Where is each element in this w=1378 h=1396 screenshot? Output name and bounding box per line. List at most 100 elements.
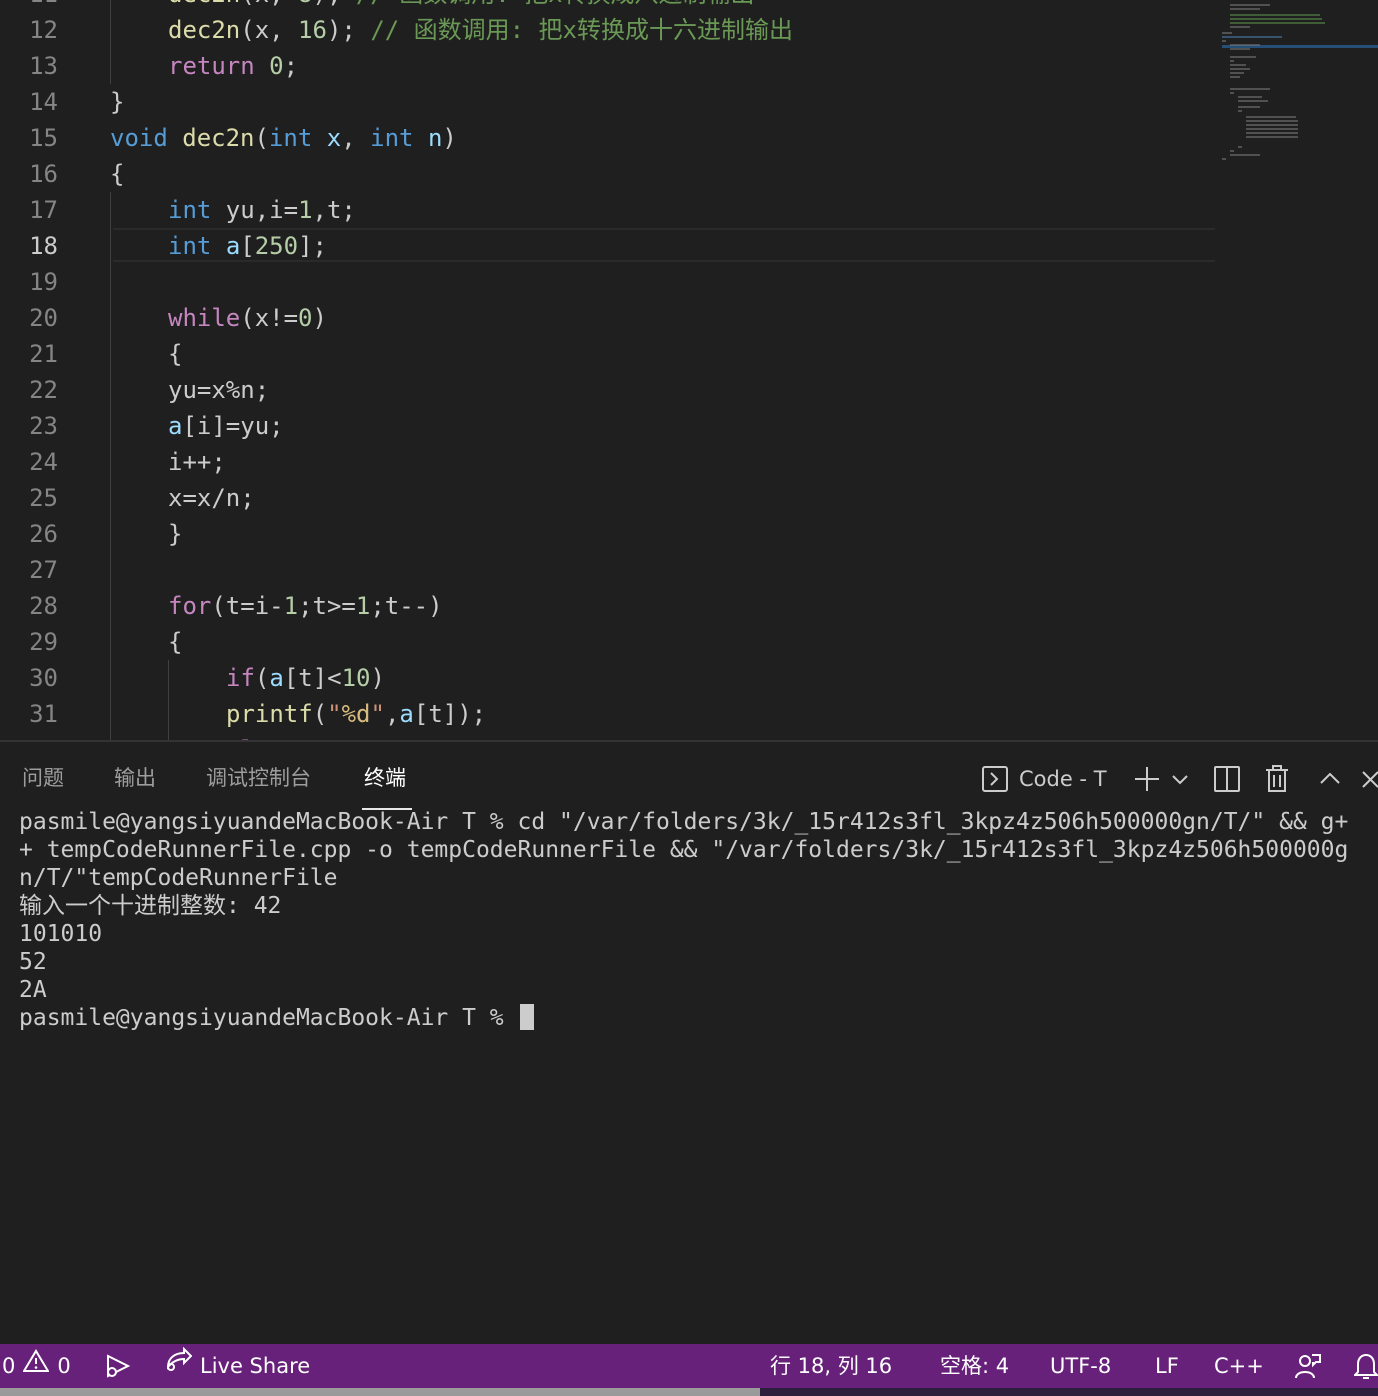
minimap-line xyxy=(1230,26,1250,28)
end-of-line[interactable]: LF xyxy=(1155,1344,1179,1388)
problems-status[interactable]: 0 0 xyxy=(2,1344,71,1388)
code-token: printf xyxy=(226,700,313,728)
code-editor[interactable]: 11dec2n(x, 8); // 函数调用: 把x转换成八进制输出12dec2… xyxy=(0,0,1378,740)
minimap-line xyxy=(1246,120,1298,122)
code-line[interactable]: 29 { xyxy=(0,624,1215,660)
tab-problems[interactable]: 问题 xyxy=(22,764,64,792)
trash-icon[interactable] xyxy=(1262,764,1292,794)
code-token: " xyxy=(370,700,385,728)
minimap-line xyxy=(1230,4,1270,6)
minimap-line xyxy=(1230,8,1260,10)
line-number: 18 xyxy=(29,232,58,260)
minimap-line xyxy=(1230,64,1246,66)
live-share-button[interactable]: Live Share xyxy=(164,1344,310,1388)
code-line[interactable]: 21 { xyxy=(0,336,1215,372)
code-token: [i]=yu; xyxy=(182,412,284,440)
status-bar: 0 0 Live Share 行 18, 列 16 空格: 4 UTF-8 LF… xyxy=(0,1344,1378,1388)
code-token: // 函数调用: 把x转换成八进制输出 xyxy=(356,0,755,8)
line-number: 26 xyxy=(29,520,58,548)
new-terminal-plus-icon[interactable] xyxy=(1132,764,1162,794)
code-token: a xyxy=(225,232,241,260)
minimap-line xyxy=(1230,68,1250,70)
code-line[interactable]: 18 int a[250]; xyxy=(0,228,1215,264)
minimap-line xyxy=(1246,132,1298,134)
tab-terminal[interactable]: 终端 xyxy=(364,764,406,792)
code-token: [ xyxy=(240,232,255,260)
minimap-line xyxy=(1238,100,1268,102)
code-line[interactable]: 19 xyxy=(0,264,1215,300)
chevron-down-icon[interactable] xyxy=(1168,764,1192,794)
code-line[interactable]: 17 int yu,i=1,t; xyxy=(0,192,1215,228)
tab-debug-console[interactable]: 调试控制台 xyxy=(206,764,311,792)
line-number: 32 xyxy=(0,732,58,740)
line-number: 21 xyxy=(29,340,58,368)
tab-output[interactable]: 输出 xyxy=(114,764,156,792)
code-token: ( xyxy=(254,664,270,692)
close-panel-icon[interactable] xyxy=(1360,764,1378,794)
code-line[interactable]: 13 return 0; xyxy=(0,48,1215,84)
code-line[interactable]: 32 else xyxy=(0,732,1215,740)
language-mode[interactable]: C++ xyxy=(1214,1344,1264,1388)
live-share-icon xyxy=(164,1344,193,1388)
minimap[interactable] xyxy=(1218,0,1378,170)
line-code: } xyxy=(110,84,124,120)
minimap-line xyxy=(1230,76,1240,78)
code-line[interactable]: 27 xyxy=(0,552,1215,588)
minimap-line xyxy=(1230,14,1320,16)
minimap-line xyxy=(1222,40,1226,42)
minimap-line xyxy=(1230,56,1256,58)
code-token: // 函数调用: 把x转换成十六进制输出 xyxy=(370,16,794,44)
code-token: ) xyxy=(312,304,327,332)
code-token: [t]); xyxy=(413,700,487,728)
code-line[interactable]: 30 if(a[t]<10) xyxy=(0,660,1215,696)
line-code: if(a[t]<10) xyxy=(226,660,385,696)
minimap-line xyxy=(1246,128,1298,130)
code-line[interactable]: 23 a[i]=yu; xyxy=(0,408,1215,444)
split-terminal-icon[interactable] xyxy=(1212,764,1242,794)
code-token: } xyxy=(168,520,183,548)
code-line[interactable]: 11 dec2n(x, 8); // 函数调用: 把x转换成八进制输出 xyxy=(0,0,1215,12)
code-line[interactable]: 25 x=x/n; xyxy=(0,480,1215,516)
line-code: i++; xyxy=(168,444,226,480)
code-token: 0 xyxy=(298,304,313,332)
code-token: dec2n xyxy=(182,124,255,152)
indentation[interactable]: 空格: 4 xyxy=(940,1344,1009,1388)
minimap-line xyxy=(1230,88,1270,90)
code-line[interactable]: 26} xyxy=(0,516,1215,552)
code-line[interactable]: 20 while(x!=0) xyxy=(0,300,1215,336)
code-token: " xyxy=(327,700,342,728)
line-number: 28 xyxy=(29,592,58,620)
cursor-position[interactable]: 行 18, 列 16 xyxy=(770,1344,892,1388)
line-number: 23 xyxy=(29,412,58,440)
line-code: void dec2n(int x, int n) xyxy=(110,120,457,156)
debug-icon[interactable] xyxy=(102,1344,132,1388)
code-token: int xyxy=(370,124,414,152)
minimap-line xyxy=(1230,60,1234,62)
code-line[interactable]: 12 dec2n(x, 16); // 函数调用: 把x转换成十六进制输出 xyxy=(0,12,1215,48)
code-line[interactable]: 31 printf("%d",a[t]); xyxy=(0,696,1215,732)
encoding[interactable]: UTF-8 xyxy=(1050,1344,1111,1388)
line-code: { xyxy=(168,624,182,660)
code-line[interactable]: 24 i++; xyxy=(0,444,1215,480)
code-line[interactable]: 16 { xyxy=(0,156,1215,192)
line-number: 12 xyxy=(29,16,58,44)
code-line[interactable]: 22 yu=x%n; xyxy=(0,372,1215,408)
maximize-panel-chevron-up-icon[interactable] xyxy=(1316,764,1344,794)
terminal-output[interactable]: pasmile@yangsiyuandeMacBook-Air T % cd "… xyxy=(19,808,1369,1032)
code-token: (t=i- xyxy=(211,592,284,620)
minimap-line xyxy=(1238,110,1242,112)
code-line[interactable]: 28 for(t=i-1;t>=1;t--) xyxy=(0,588,1215,624)
warning-icon xyxy=(22,1344,51,1388)
terminal-prompt-line: pasmile@yangsiyuandeMacBook-Air T % xyxy=(19,1004,1369,1032)
code-token: x xyxy=(326,124,342,152)
line-number: 17 xyxy=(29,196,58,224)
terminal-shell-icon[interactable] xyxy=(980,764,1010,794)
terminal-name[interactable]: Code - T xyxy=(1019,764,1107,794)
code-token: x=x/n; xyxy=(168,484,255,512)
notifications-bell-icon[interactable] xyxy=(1354,1344,1378,1388)
code-line[interactable]: 15 void dec2n(int x, int n) xyxy=(0,120,1215,156)
code-line[interactable]: 14} xyxy=(0,84,1215,120)
minimap-line xyxy=(1222,36,1282,38)
minimap-line xyxy=(1230,154,1260,156)
feedback-icon[interactable] xyxy=(1294,1344,1322,1388)
